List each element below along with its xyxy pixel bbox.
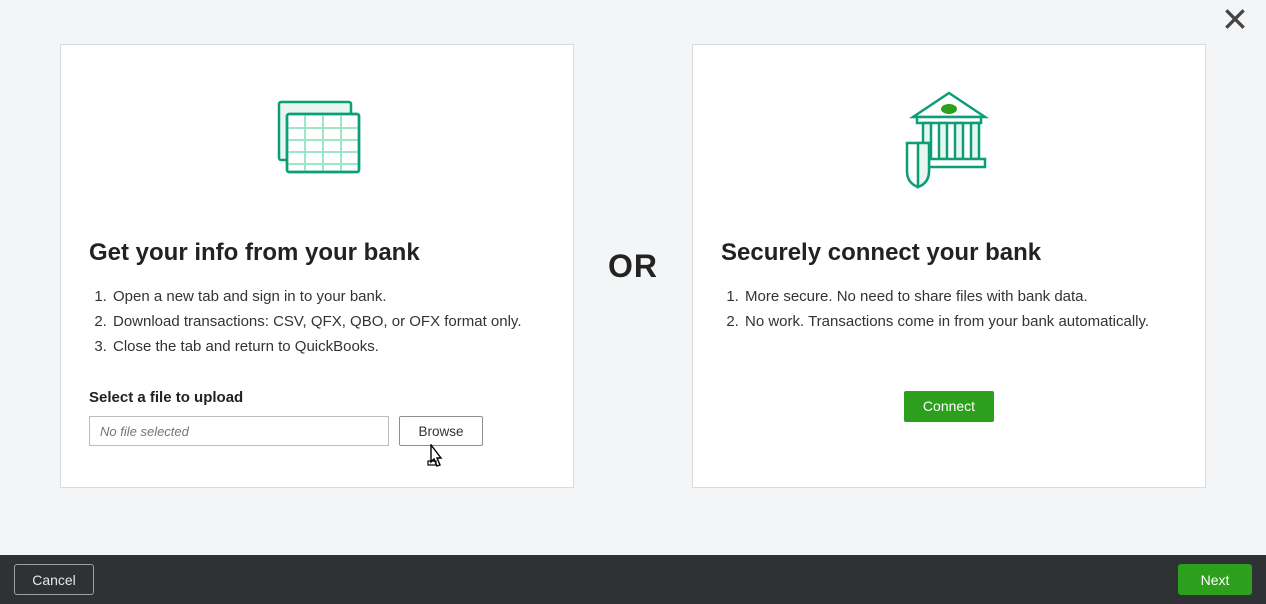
upload-steps-list: Open a new tab and sign in to your bank.… bbox=[89, 285, 545, 359]
upload-file-card: Get your info from your bank Open a new … bbox=[60, 44, 574, 488]
upload-label: Select a file to upload bbox=[89, 389, 545, 406]
connect-bank-card: Securely connect your bank More secure. … bbox=[692, 44, 1206, 488]
file-path-input[interactable] bbox=[89, 416, 389, 446]
connect-card-heading: Securely connect your bank bbox=[721, 239, 1177, 267]
spreadsheet-icon bbox=[89, 87, 545, 191]
upload-step: Download transactions: CSV, QFX, QBO, or… bbox=[111, 310, 545, 335]
connect-step: More secure. No need to share files with… bbox=[743, 285, 1177, 310]
or-separator: OR bbox=[574, 44, 692, 488]
close-button[interactable] bbox=[1222, 6, 1248, 37]
browse-button[interactable]: Browse bbox=[399, 416, 483, 446]
upload-step: Close the tab and return to QuickBooks. bbox=[111, 335, 545, 360]
footer-bar: Cancel Next bbox=[0, 555, 1266, 604]
main-scroll[interactable]: Get your info from your bank Open a new … bbox=[0, 0, 1266, 555]
bank-shield-icon bbox=[721, 87, 1177, 191]
options-container: Get your info from your bank Open a new … bbox=[0, 0, 1266, 548]
connect-button[interactable]: Connect bbox=[904, 391, 994, 422]
upload-row: Browse bbox=[89, 416, 545, 446]
cancel-button[interactable]: Cancel bbox=[14, 564, 94, 595]
upload-card-heading: Get your info from your bank bbox=[89, 239, 545, 267]
close-icon bbox=[1222, 6, 1248, 32]
connect-step: No work. Transactions come in from your … bbox=[743, 310, 1177, 335]
next-button[interactable]: Next bbox=[1178, 564, 1252, 595]
upload-step: Open a new tab and sign in to your bank. bbox=[111, 285, 545, 310]
connect-steps-list: More secure. No need to share files with… bbox=[721, 285, 1177, 335]
